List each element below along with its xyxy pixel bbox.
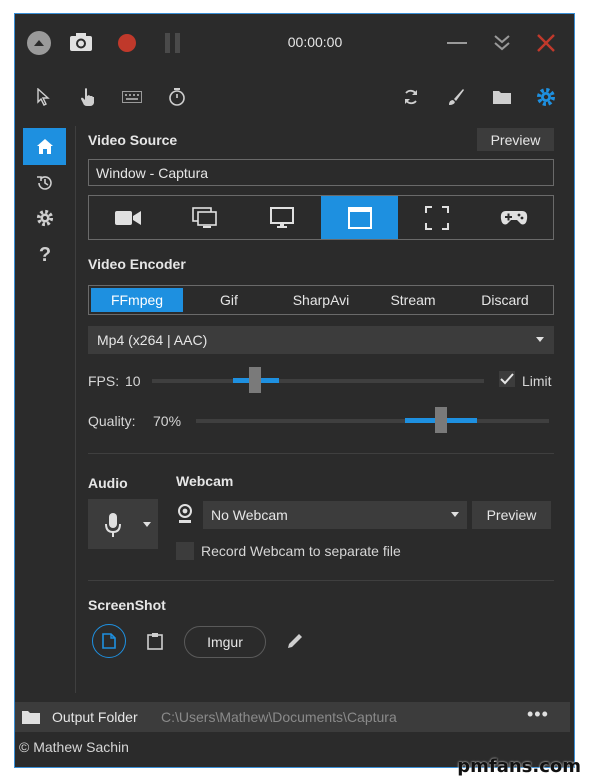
source-type-selector — [88, 195, 554, 240]
fps-label: FPS: — [88, 373, 120, 389]
gamepad-source-icon[interactable] — [476, 196, 553, 239]
tab-discard[interactable]: Discard — [459, 288, 551, 312]
video-source-field[interactable]: Window - Captura — [88, 159, 554, 186]
timer-icon[interactable] — [166, 86, 188, 108]
folder-icon[interactable] — [491, 88, 513, 106]
camera-source-icon[interactable] — [89, 196, 166, 239]
record-button[interactable] — [118, 34, 136, 52]
webcam-heading: Webcam — [176, 473, 234, 489]
quality-value: 70% — [153, 413, 182, 429]
audio-chevron-down-icon — [143, 522, 151, 527]
fps-slider-thumb[interactable] — [249, 367, 261, 393]
more-options-icon[interactable]: ••• — [527, 704, 549, 725]
mouse-clicks-icon[interactable] — [77, 86, 99, 108]
brush-icon[interactable] — [446, 87, 466, 107]
microphone-icon — [102, 511, 124, 539]
minimize-to-tray-icon[interactable] — [491, 32, 513, 54]
pause-button[interactable] — [164, 33, 182, 53]
webcam-chevron-down-icon — [451, 512, 459, 517]
webcam-value: No Webcam — [211, 507, 288, 523]
captura-window: 00:00:00 ? Video Source Preview Window -… — [14, 13, 575, 768]
screen-source-icon[interactable] — [166, 196, 243, 239]
region-source-icon[interactable] — [398, 196, 475, 239]
imgur-button[interactable]: Imgur — [184, 626, 266, 658]
cursor-icon[interactable] — [33, 87, 53, 107]
webcam-icon — [176, 503, 194, 525]
chevron-down-icon — [536, 337, 544, 342]
separate-file-label: Record Webcam to separate file — [201, 543, 401, 559]
section-divider — [88, 453, 554, 454]
help-icon[interactable]: ? — [34, 243, 56, 267]
sidebar-home[interactable] — [23, 128, 66, 165]
video-encoder-heading: Video Encoder — [88, 256, 186, 272]
output-folder-path[interactable]: C:\Users\Mathew\Documents\Captura — [161, 709, 397, 725]
webcam-dropdown[interactable]: No Webcam — [203, 501, 467, 529]
camera-icon[interactable] — [68, 30, 94, 54]
webcam-preview-button[interactable]: Preview — [472, 501, 551, 529]
minimize-icon[interactable] — [447, 42, 467, 44]
tab-gif[interactable]: Gif — [183, 288, 275, 312]
codec-value: Mp4 (x264 | AAC) — [97, 332, 208, 348]
video-source-preview-button[interactable]: Preview — [477, 128, 554, 151]
tab-ffmpeg[interactable]: FFmpeg — [91, 288, 183, 312]
limit-checkbox[interactable] — [499, 371, 515, 387]
timer-display: 00:00:00 — [287, 34, 343, 50]
clipboard-icon[interactable] — [145, 631, 165, 651]
close-icon[interactable] — [535, 32, 557, 54]
separate-file-checkbox[interactable] — [176, 542, 194, 560]
output-folder-icon[interactable] — [21, 708, 41, 726]
quality-label: Quality: — [88, 413, 136, 429]
copyright-text: © Mathew Sachin — [19, 739, 129, 755]
quality-slider[interactable] — [196, 419, 549, 423]
fps-value: 10 — [125, 373, 141, 389]
section-divider-2 — [88, 580, 554, 581]
output-folder-bar: Output Folder C:\Users\Mathew\Documents\… — [15, 702, 570, 732]
sidebar-settings-icon[interactable] — [34, 207, 56, 229]
window-source-icon[interactable] — [320, 196, 399, 239]
keyboard-icon[interactable] — [121, 88, 143, 106]
sidebar-divider — [75, 126, 76, 693]
monitor-source-icon[interactable] — [244, 196, 321, 239]
fps-slider[interactable] — [152, 379, 484, 383]
limit-label: Limit — [522, 373, 552, 389]
save-to-disk-button[interactable] — [92, 624, 126, 658]
encoder-tabs: FFmpeg Gif SharpAvi Stream Discard — [88, 285, 554, 315]
tab-stream[interactable]: Stream — [367, 288, 459, 312]
video-source-heading: Video Source — [88, 132, 178, 148]
history-icon[interactable] — [34, 172, 56, 194]
file-icon — [102, 633, 116, 649]
collapse-icon[interactable] — [27, 31, 51, 55]
tab-sharpavi[interactable]: SharpAvi — [275, 288, 367, 312]
audio-source-button[interactable] — [88, 499, 158, 549]
codec-dropdown[interactable]: Mp4 (x264 | AAC) — [88, 326, 554, 354]
quality-slider-thumb[interactable] — [435, 407, 447, 433]
edit-pencil-icon[interactable] — [285, 631, 305, 651]
audio-heading: Audio — [88, 475, 128, 491]
refresh-icon[interactable] — [401, 87, 421, 107]
screenshot-heading: ScreenShot — [88, 597, 166, 613]
watermark-text: pmfans.com — [457, 756, 581, 777]
settings-gear-icon[interactable] — [535, 86, 557, 108]
output-folder-label: Output Folder — [52, 709, 138, 725]
